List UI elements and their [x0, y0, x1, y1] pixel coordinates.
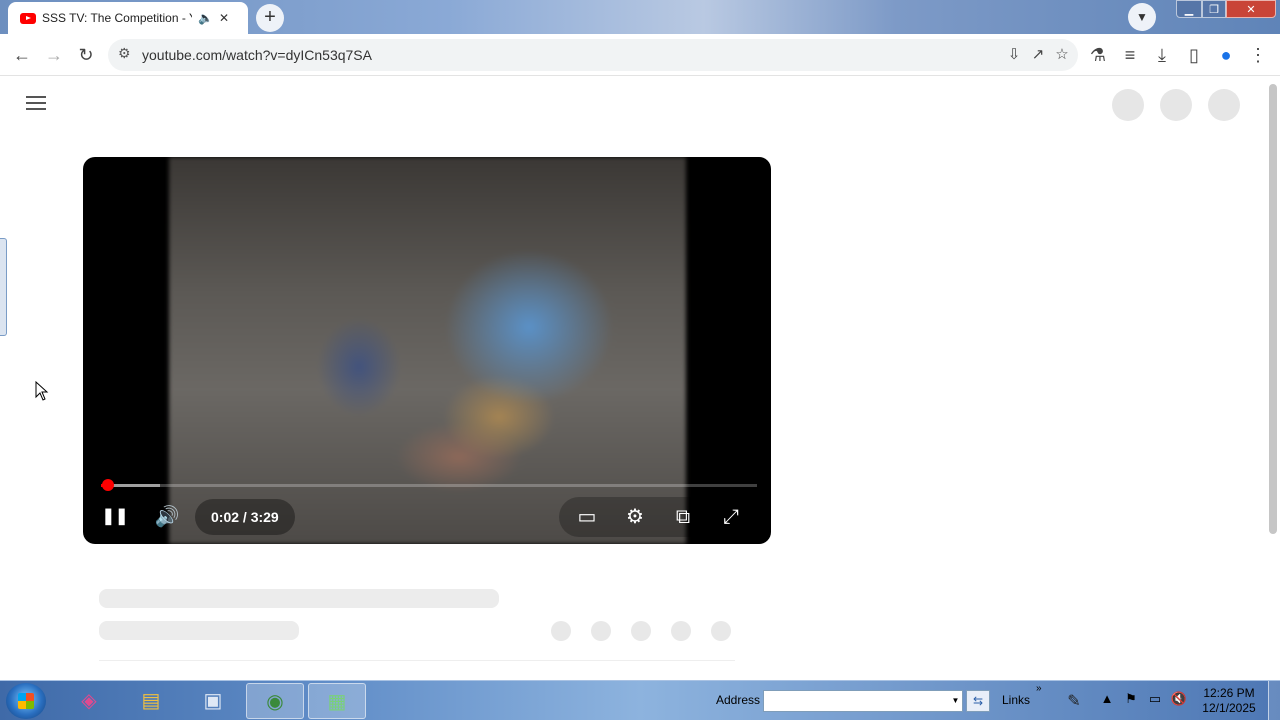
mouse-cursor-icon [35, 381, 49, 401]
back-arrow-icon[interactable]: ← [10, 43, 34, 67]
address-dropdown-icon[interactable]: ▼ [949, 691, 962, 711]
taskbar-monitor-icon[interactable]: ▦ [308, 683, 366, 719]
labs-flask-icon[interactable]: ⚗ [1086, 43, 1110, 67]
browser-toolbar: ← → ↻ ⚙ youtube.com/watch?v=dyICn53q7SA … [0, 34, 1280, 76]
taskbar-folder-icon[interactable]: ▤ [122, 683, 180, 719]
skeleton-title-bar [99, 589, 499, 608]
share-icon[interactable]: ↗ [1028, 45, 1048, 63]
forward-arrow-icon[interactable]: → [42, 43, 66, 67]
tray-flag-icon[interactable]: ⚑ [1122, 691, 1140, 707]
show-desktop-button[interactable] [1268, 681, 1280, 721]
start-button[interactable] [6, 683, 46, 719]
youtube-favicon-icon [20, 12, 36, 24]
browser-tab-strip: SSS TV: The Competition - YouTube 🔈 ✕ + … [0, 0, 1280, 34]
side-panel-icon[interactable]: ▯ [1182, 43, 1206, 67]
clock-time: 12:26 PM [1203, 686, 1255, 700]
taskbar-browser-icon[interactable]: ◉ [246, 683, 304, 719]
address-toolbar-input[interactable] [763, 690, 963, 712]
new-tab-button[interactable]: + [256, 4, 284, 32]
windows-taskbar: ◈ ▤ ▣ ◉ ▦ Address ▼ ⇆ Links » ✎ ▲ ⚑ ▭ 🔇 … [0, 680, 1280, 721]
taskbar-window-icon[interactable]: ▣ [184, 683, 242, 719]
tab-title: SSS TV: The Competition - YouTube [42, 11, 192, 25]
pause-button[interactable]: ❚❚ [97, 499, 133, 535]
address-bar[interactable]: ⚙ youtube.com/watch?v=dyICn53q7SA ⇩ ↗ ☆ [108, 39, 1078, 71]
tray-pen-icon[interactable]: ✎ [1060, 691, 1088, 711]
skeleton-action-dot [591, 621, 611, 641]
volume-icon[interactable]: 🔊 [149, 499, 185, 535]
skeleton-header-circle [1208, 89, 1240, 121]
tray-expand-icon[interactable]: ▲ [1098, 691, 1116, 706]
install-app-icon[interactable]: ⇩ [1004, 45, 1024, 63]
tab-close-icon[interactable]: ✕ [219, 11, 229, 25]
window-close-button[interactable]: ✕ [1226, 0, 1276, 18]
links-chevron-icon[interactable]: » [1036, 683, 1042, 694]
tray-volume-muted-icon[interactable]: 🔇 [1170, 691, 1188, 707]
address-toolbar-label: Address [716, 693, 761, 707]
progress-bar[interactable] [101, 479, 757, 491]
skeleton-action-dot [551, 621, 571, 641]
tray-clock[interactable]: 12:26 PM 12/1/2025 [1196, 686, 1262, 716]
browser-tab-active[interactable]: SSS TV: The Competition - YouTube 🔈 ✕ [8, 2, 248, 34]
window-minimize-button[interactable]: ▁ [1176, 0, 1202, 18]
subtitles-icon[interactable]: ▭ [569, 499, 605, 535]
fullscreen-icon[interactable]: ⤢ [713, 499, 749, 535]
browser-menu-icon[interactable]: ⋮ [1246, 43, 1270, 67]
page-scrollbar[interactable] [1266, 78, 1280, 680]
skeleton-channel-bar [99, 621, 299, 640]
hamburger-menu-icon[interactable] [26, 96, 46, 112]
skeleton-action-dot [631, 621, 651, 641]
scrubber-handle[interactable] [101, 479, 114, 491]
scrollbar-thumb[interactable] [1269, 84, 1277, 534]
tab-search-chevron-icon[interactable]: ▼ [1128, 3, 1156, 31]
links-toolbar-label[interactable]: Links [1002, 693, 1030, 707]
taskbar-app-pink-icon[interactable]: ◈ [60, 683, 118, 719]
media-controls-icon[interactable]: ≡ [1118, 43, 1142, 67]
video-player[interactable]: ❚❚ 🔊 0:02 / 3:29 ▭ ⚙ ⧉ ⤢ [83, 157, 771, 544]
skeleton-header-circle [1160, 89, 1192, 121]
skeleton-action-dot [671, 621, 691, 641]
profile-avatar-icon[interactable]: ● [1214, 43, 1238, 67]
skeleton-action-dot [711, 621, 731, 641]
address-go-icon[interactable]: ⇆ [966, 690, 990, 712]
skeleton-header-circle [1112, 89, 1144, 121]
content-divider [99, 660, 735, 661]
tab-audio-icon[interactable]: 🔈 [198, 11, 213, 25]
window-restore-button[interactable]: ❐ [1202, 0, 1226, 18]
site-info-icon[interactable]: ⚙ [118, 45, 131, 62]
theater-mode-icon[interactable]: ⧉ [665, 499, 701, 535]
reload-icon[interactable]: ↻ [74, 43, 98, 67]
settings-gear-icon[interactable]: ⚙ [617, 499, 653, 535]
downloads-icon[interactable]: ⤓ [1150, 43, 1174, 67]
url-text[interactable]: youtube.com/watch?v=dyICn53q7SA [142, 47, 372, 63]
clock-date: 12/1/2025 [1202, 701, 1256, 715]
left-panel-edge[interactable] [0, 238, 7, 336]
time-display: 0:02 / 3:29 [195, 499, 295, 535]
bookmark-star-icon[interactable]: ☆ [1052, 45, 1072, 63]
tray-network-icon[interactable]: ▭ [1146, 691, 1164, 707]
